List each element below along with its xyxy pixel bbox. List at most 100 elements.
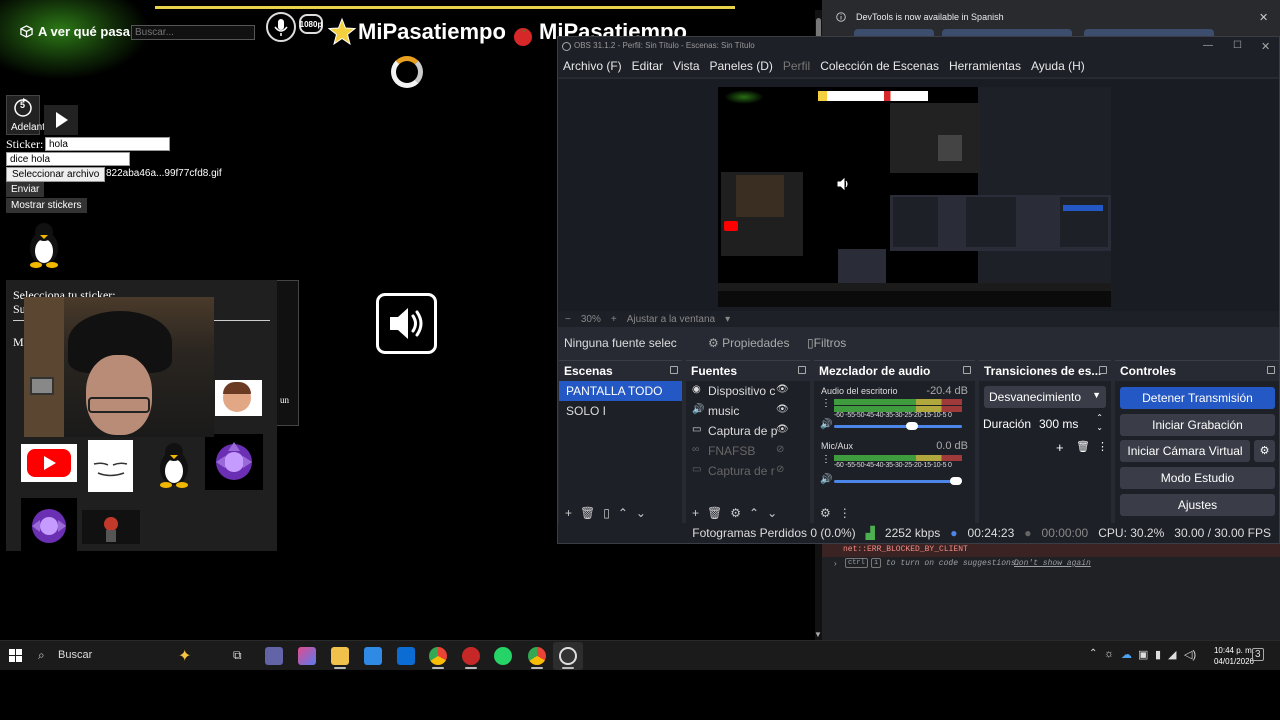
transition-menu-icon[interactable]: ⋮ <box>1097 440 1108 453</box>
scene-item[interactable]: SOLO I <box>559 401 682 421</box>
menu-ayuda[interactable]: Ayuda (H) <box>1031 59 1085 77</box>
zoom-dropdown-icon[interactable]: ▾ <box>725 314 730 325</box>
unmute-button[interactable] <box>376 293 437 354</box>
move-down-icon[interactable]: ⌄ <box>636 506 646 520</box>
menu-herramientas[interactable]: Herramientas <box>949 59 1021 77</box>
chrome-icon[interactable] <box>429 647 447 665</box>
site-title[interactable]: A ver qué pasa <box>20 24 130 39</box>
close-window-icon[interactable]: ✕ <box>1261 40 1270 53</box>
source-item[interactable]: ◉ Dispositivo c 👁 <box>686 381 810 401</box>
boy-sticker[interactable] <box>215 380 262 416</box>
taskbar-search[interactable]: Buscar <box>58 649 92 661</box>
tray-chevron-icon[interactable]: ⌃ <box>1089 648 1097 659</box>
brightness-icon[interactable]: ☼ <box>1104 648 1114 660</box>
chrome-icon-2[interactable] <box>528 647 546 665</box>
site-search-input[interactable] <box>131 25 255 40</box>
scroll-down-icon[interactable]: ▼ <box>814 630 822 639</box>
chrome-profile-icon[interactable] <box>462 647 480 665</box>
menu-perfil[interactable]: Perfil <box>783 59 810 77</box>
notice-button-1[interactable] <box>854 29 934 36</box>
studio-mode-button[interactable]: Modo Estudio <box>1120 467 1275 489</box>
volume-tray-icon[interactable]: ◁) <box>1184 648 1196 661</box>
penguin-sticker[interactable] <box>24 220 64 268</box>
outlook-icon[interactable] <box>397 647 415 665</box>
whatsapp-icon[interactable] <box>494 647 512 665</box>
trash-icon[interactable]: 🗑 <box>707 506 722 520</box>
trash-icon[interactable]: 🗑 <box>580 506 595 520</box>
store-icon[interactable] <box>364 647 382 665</box>
source-item[interactable]: 🔊 music 👁 <box>686 401 810 421</box>
zoom-out-button[interactable]: − <box>565 314 571 325</box>
virtual-camera-button[interactable]: Iniciar Cámara Virtual <box>1120 440 1250 462</box>
obs-taskbar-icon[interactable] <box>559 647 577 665</box>
menu-vista[interactable]: Vista <box>673 59 699 77</box>
fit-window-button[interactable]: Ajustar a la ventana <box>627 314 715 325</box>
youtube-sticker[interactable] <box>21 444 77 482</box>
purple-emblem-sticker[interactable] <box>205 434 263 490</box>
stop-stream-button[interactable]: Detener Transmisión <box>1120 387 1275 409</box>
trash-icon[interactable]: 🗑 <box>1076 440 1090 453</box>
filter-icon[interactable]: ▯ <box>603 506 610 520</box>
add-icon[interactable]: + <box>565 506 572 520</box>
mixer-menu-icon[interactable]: ⋮ <box>839 506 851 520</box>
add-icon[interactable]: + <box>1056 440 1064 455</box>
penguin-sticker-2[interactable] <box>154 440 194 488</box>
track-menu-icon[interactable]: ⋮ <box>821 398 831 409</box>
clock[interactable]: 10:44 p. m. 04/01/2026 <box>1214 645 1254 667</box>
mic-tray-icon[interactable]: ▮ <box>1155 648 1161 661</box>
close-icon[interactable]: ✕ <box>1259 11 1268 24</box>
says-input[interactable]: dice hola <box>6 152 130 166</box>
play-button[interactable] <box>44 105 78 135</box>
slider-knob[interactable] <box>950 477 962 485</box>
gear-icon[interactable]: ⚙ <box>730 506 741 520</box>
slider-knob[interactable] <box>905 422 918 430</box>
volume-slider[interactable] <box>834 477 962 485</box>
notification-icon[interactable]: 3 <box>1252 648 1264 661</box>
transition-select[interactable]: Desvanecimiento ▼ <box>984 386 1106 408</box>
source-item[interactable]: ▭ Captura de p 👁 <box>686 421 810 441</box>
minimize-icon[interactable]: — <box>1203 40 1213 51</box>
character-sticker[interactable] <box>82 510 140 544</box>
track-menu-icon[interactable]: ⋮ <box>821 454 831 465</box>
obs-preview[interactable] <box>558 79 1279 311</box>
menu-coleccion[interactable]: Colección de Escenas <box>820 59 939 77</box>
menu-editar[interactable]: Editar <box>632 59 663 77</box>
menu-archivo[interactable]: Archivo (F) <box>563 59 622 77</box>
copilot-sparkle-icon[interactable]: ✦ <box>178 646 191 666</box>
duration-input[interactable]: 300 ms ⌃ ⌄ <box>1034 413 1106 435</box>
teams-icon[interactable] <box>265 647 283 665</box>
source-item[interactable]: ▭ Captura de r ⊘ <box>686 461 810 481</box>
zoom-in-button[interactable]: + <box>611 314 617 325</box>
send-button[interactable]: Enviar <box>6 182 45 197</box>
notice-button-3[interactable] <box>1084 29 1214 36</box>
notice-button-2[interactable] <box>942 29 1072 36</box>
speaker-icon[interactable]: 🔊 <box>820 474 832 485</box>
hint-dismiss-link[interactable]: Don't show again <box>1014 559 1091 568</box>
move-up-icon[interactable]: ⌃ <box>618 506 628 520</box>
show-stickers-button[interactable]: Mostrar stickers <box>6 198 87 213</box>
onedrive-icon[interactable]: ☁ <box>1121 648 1132 661</box>
start-recording-button[interactable]: Iniciar Grabación <box>1120 414 1275 436</box>
sticker-input[interactable]: hola <box>45 137 170 151</box>
speaker-icon[interactable]: 🔊 <box>820 419 832 430</box>
file-explorer-icon[interactable] <box>331 647 349 665</box>
select-file-button[interactable]: Seleccionar archivo <box>6 167 106 182</box>
move-down-icon[interactable]: ⌄ <box>767 506 777 520</box>
troll-face-sticker[interactable] <box>88 440 133 492</box>
maximize-icon[interactable]: ☐ <box>1233 40 1242 51</box>
settings-button[interactable]: Ajustes <box>1120 494 1275 516</box>
copilot-icon[interactable] <box>298 647 316 665</box>
filters-button[interactable]: ▯Filtros <box>807 336 846 350</box>
properties-button[interactable]: ⚙ Propiedades <box>708 336 789 350</box>
add-icon[interactable]: + <box>692 506 699 520</box>
purple-emblem-sticker-2[interactable] <box>21 498 77 554</box>
wifi-icon[interactable]: ◢ <box>1168 648 1176 661</box>
move-up-icon[interactable]: ⌃ <box>749 506 759 520</box>
mic-button[interactable] <box>266 12 296 42</box>
advanced-audio-icon[interactable]: ⚙ <box>820 506 831 520</box>
source-item[interactable]: ∞ FNAFSB ⊘ <box>686 441 810 461</box>
menu-paneles[interactable]: Paneles (D) <box>710 59 773 77</box>
search-icon[interactable]: ⌕ <box>38 648 45 663</box>
windows-start-icon[interactable] <box>9 649 22 662</box>
resolution-badge[interactable]: 1080p <box>299 14 323 34</box>
